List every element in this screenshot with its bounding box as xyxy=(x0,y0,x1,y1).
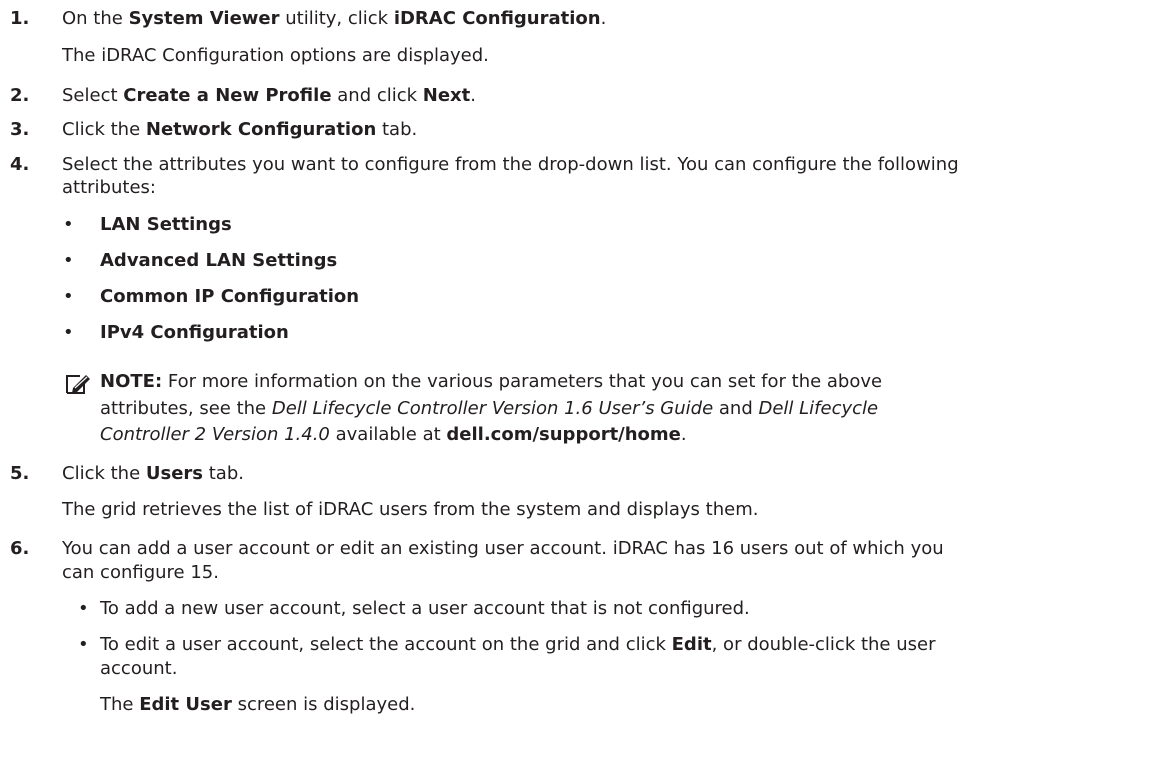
edit-user-instruction-line-1: To edit a user account, select the accou… xyxy=(100,634,936,655)
note-pencil-icon xyxy=(64,372,92,403)
step-number: 2. xyxy=(10,85,30,106)
step-number: 6. xyxy=(10,538,30,559)
step-1-text: On the System Viewer utility, click iDRA… xyxy=(62,8,607,29)
step-number: 1. xyxy=(10,8,30,29)
step-number: 3. xyxy=(10,119,30,140)
step-5-result: The grid retrieves the list of iDRAC use… xyxy=(62,499,759,520)
attribute-item: Common IP Configuration xyxy=(100,286,360,307)
note-line-3: Controller 2 Version 1.4.0 available at … xyxy=(100,424,687,445)
add-user-instruction: To add a new user account, select a user… xyxy=(100,598,750,619)
bullet-icon: • xyxy=(78,634,89,655)
support-link[interactable]: dell.com/support/home xyxy=(446,424,681,445)
attribute-item: LAN Settings xyxy=(100,214,232,235)
step-6-line-1: You can add a user account or edit an ex… xyxy=(62,538,944,559)
step-number: 5. xyxy=(10,463,30,484)
attribute-item: IPv4 Configuration xyxy=(100,322,289,343)
step-4-line-1: Select the attributes you want to config… xyxy=(62,154,959,175)
document-page: 1. On the System Viewer utility, click i… xyxy=(0,0,1172,758)
note-line-1: NOTE: For more information on the variou… xyxy=(100,371,883,392)
step-number: 4. xyxy=(10,154,30,175)
bullet-icon: • xyxy=(63,322,74,343)
step-1-result: The iDRAC Configuration options are disp… xyxy=(62,45,489,66)
step-4-line-2: attributes: xyxy=(62,177,156,198)
note-line-2: attributes, see the Dell Lifecycle Contr… xyxy=(100,398,879,419)
step-6-line-2: can configure 15. xyxy=(62,562,219,583)
step-2-text: Select Create a New Profile and click Ne… xyxy=(62,85,477,106)
bullet-icon: • xyxy=(63,250,74,271)
attribute-item: Advanced LAN Settings xyxy=(100,250,338,271)
bullet-icon: • xyxy=(63,214,74,235)
edit-user-result: The Edit User screen is displayed. xyxy=(100,694,416,715)
bullet-icon: • xyxy=(78,598,89,619)
edit-user-instruction-line-2: account. xyxy=(100,658,178,679)
bullet-icon: • xyxy=(63,286,74,307)
step-3-text: Click the Network Configuration tab. xyxy=(62,119,418,140)
step-5-text: Click the Users tab. xyxy=(62,463,244,484)
note-label: NOTE: xyxy=(100,371,163,392)
